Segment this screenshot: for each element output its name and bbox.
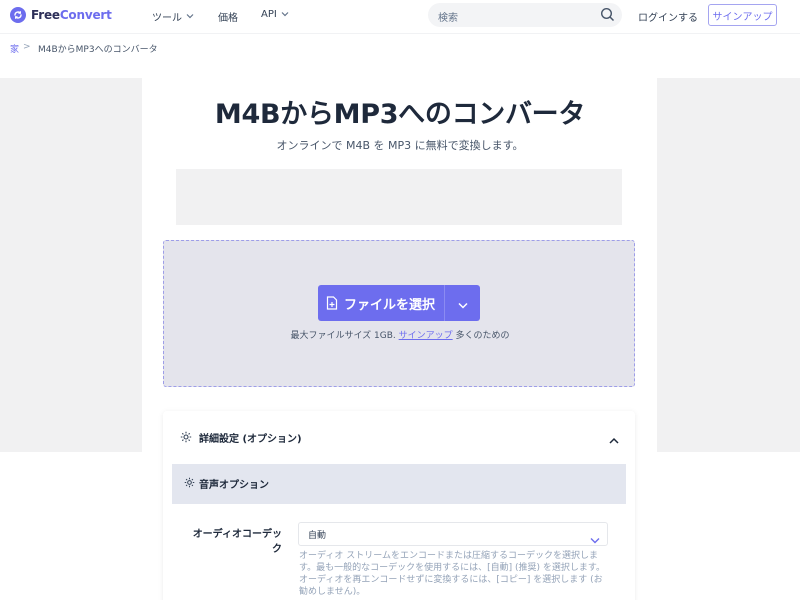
logo-icon bbox=[10, 7, 26, 23]
choose-file-label: ファイルを選択 bbox=[344, 297, 436, 313]
gear-icon bbox=[180, 428, 192, 447]
login-link[interactable]: ログインする bbox=[638, 9, 698, 24]
nav-tools[interactable]: ツール bbox=[152, 9, 194, 24]
search-placeholder: 検索 bbox=[438, 13, 458, 24]
ad-placeholder bbox=[176, 169, 622, 225]
upload-source-dropdown[interactable] bbox=[444, 285, 480, 321]
nav-pricing[interactable]: 価格 bbox=[218, 9, 238, 24]
logo-text: FreeConvert bbox=[31, 8, 112, 22]
top-header: FreeConvert ツール 価格 API 検索 ログインする サインアップ bbox=[0, 0, 800, 32]
choose-file-button[interactable]: ファイルを選択 bbox=[318, 285, 444, 321]
nav-api-label: API bbox=[261, 9, 277, 20]
breadcrumb: 家 > M4BからMP3へのコンバータ bbox=[0, 33, 800, 63]
max-size-suffix: 多くのための bbox=[455, 331, 510, 341]
chevron-down-icon bbox=[457, 294, 468, 313]
search-icon[interactable] bbox=[600, 7, 615, 26]
search-input[interactable]: 検索 bbox=[428, 3, 622, 27]
gear-icon bbox=[184, 477, 195, 491]
audio-codec-label: オーディオコーデック bbox=[192, 529, 282, 555]
audio-codec-help: オーディオ ストリームをエンコードまたは圧縮するコーデックを選択します。最も一般… bbox=[299, 551, 605, 597]
logo[interactable]: FreeConvert bbox=[10, 7, 112, 23]
page-subtitle: オンラインで M4B を MP3 に無料で変換します。 bbox=[276, 139, 524, 152]
breadcrumb-current: M4BからMP3へのコンバータ bbox=[38, 45, 158, 55]
breadcrumb-separator: > bbox=[23, 42, 31, 52]
chevron-up-icon[interactable] bbox=[608, 430, 620, 449]
chevron-down-icon bbox=[590, 529, 600, 548]
max-size-text: 最大ファイルサイズ 1GB. bbox=[290, 331, 396, 341]
audio-options-header: 音声オプション bbox=[184, 476, 269, 491]
home-icon[interactable]: 家 bbox=[10, 42, 19, 55]
chevron-down-icon bbox=[186, 11, 194, 22]
audio-options-title: 音声オプション bbox=[199, 480, 269, 491]
nav-api[interactable]: API bbox=[261, 9, 289, 20]
nav-tools-label: ツール bbox=[152, 13, 182, 24]
signup-link[interactable]: サインアップ bbox=[399, 331, 453, 341]
audio-codec-value: 自動 bbox=[308, 531, 327, 541]
file-plus-icon bbox=[326, 296, 338, 310]
nav-pricing-label: 価格 bbox=[218, 13, 238, 24]
advanced-settings-title: 詳細設定 (オプション) bbox=[199, 434, 302, 445]
max-file-size-note: 最大ファイルサイズ 1GB. サインアップ 多くのための bbox=[0, 328, 800, 341]
signup-button[interactable]: サインアップ bbox=[708, 4, 777, 26]
chevron-down-icon bbox=[281, 9, 289, 20]
advanced-settings-toggle[interactable]: 詳細設定 (オプション) bbox=[180, 428, 302, 447]
audio-codec-select[interactable]: 自動 bbox=[298, 522, 608, 546]
page-title: M4BからMP3へのコンバータ bbox=[214, 99, 586, 130]
